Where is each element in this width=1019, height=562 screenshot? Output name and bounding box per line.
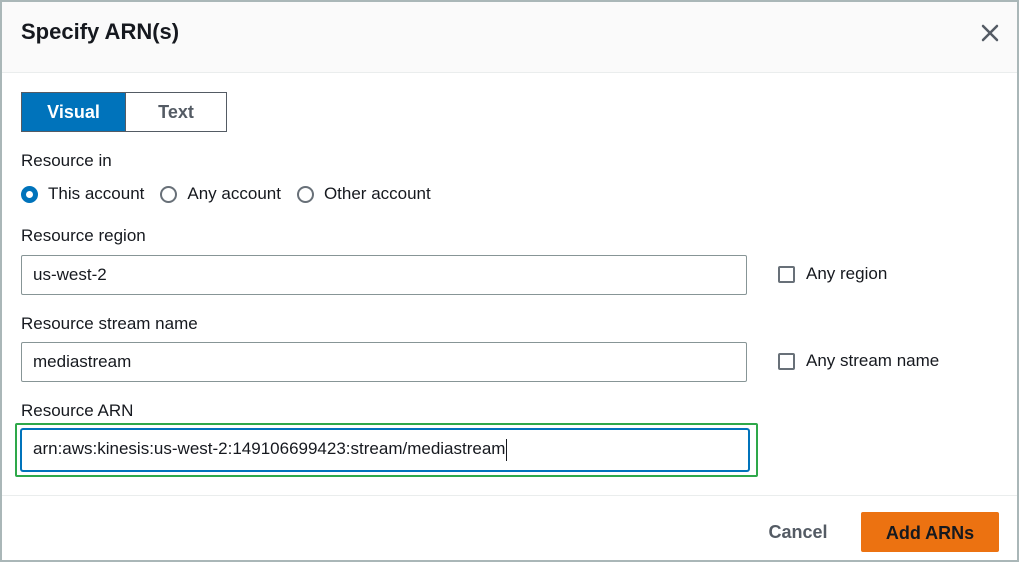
add-arns-button[interactable]: Add ARNs — [861, 512, 999, 552]
specify-arns-dialog: Specify ARN(s) Visual Text Resource in T… — [0, 0, 1019, 562]
resource-arn-label: Resource ARN — [21, 401, 134, 420]
any-stream-name-label: Any stream name — [806, 351, 940, 370]
radio-label: Any account — [187, 184, 281, 203]
resource-arn-value: arn:aws:kinesis:us-west-2:149106699423:s… — [33, 439, 506, 458]
checkbox-unchecked-icon — [778, 352, 795, 370]
resource-region-input[interactable]: us-west-2 — [21, 255, 747, 295]
resource-stream-name-label: Resource stream name — [21, 314, 198, 333]
any-region-checkbox[interactable]: Any region — [778, 264, 887, 284]
dialog-header: Specify ARN(s) — [2, 2, 1017, 73]
cancel-button[interactable]: Cancel — [750, 512, 846, 552]
radio-label: This account — [48, 184, 145, 203]
radio-unchecked-icon — [296, 185, 314, 203]
tab-visual[interactable]: Visual — [22, 93, 125, 131]
close-button[interactable] — [977, 20, 1003, 46]
resource-stream-name-input[interactable]: mediastream — [21, 342, 747, 382]
text-caret — [506, 438, 508, 461]
dialog-title: Specify ARN(s) — [21, 19, 180, 44]
radio-unchecked-icon — [160, 185, 178, 203]
checkbox-unchecked-icon — [778, 265, 795, 283]
resource-in-radio-group: This account Any account Other account — [21, 182, 447, 206]
any-stream-name-checkbox[interactable]: Any stream name — [778, 351, 939, 371]
radio-checked-icon — [21, 185, 38, 203]
resource-region-label: Resource region — [21, 226, 146, 245]
tab-text[interactable]: Text — [125, 93, 226, 131]
resource-arn-input[interactable]: arn:aws:kinesis:us-west-2:149106699423:s… — [21, 429, 749, 471]
resource-in-label: Resource in — [21, 151, 112, 170]
any-region-label: Any region — [806, 264, 888, 283]
radio-other-account[interactable]: Other account — [296, 184, 431, 204]
close-icon — [981, 24, 999, 42]
mode-toggle: Visual Text — [21, 92, 227, 132]
radio-label: Other account — [323, 184, 431, 203]
radio-this-account[interactable]: This account — [21, 184, 144, 204]
radio-any-account[interactable]: Any account — [160, 184, 281, 204]
